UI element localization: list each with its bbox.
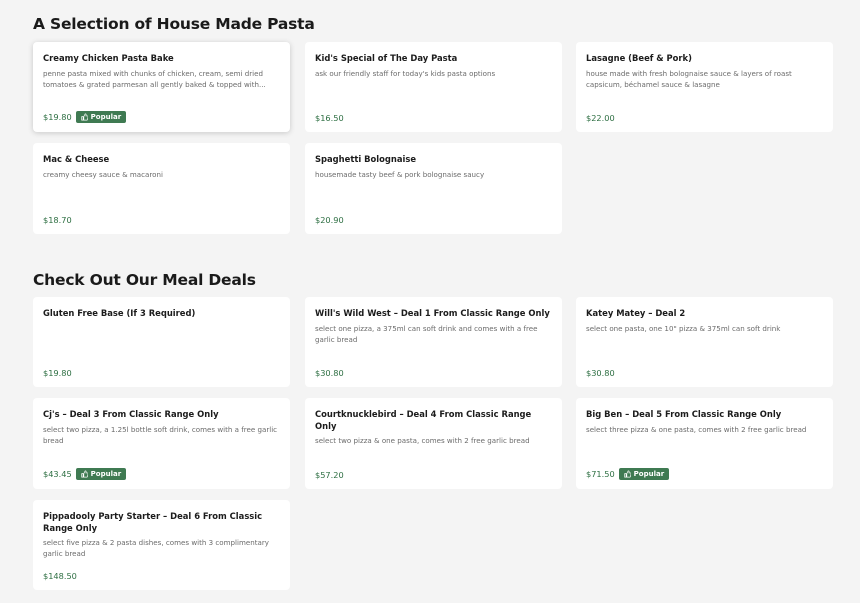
- item-price: $16.50: [315, 113, 344, 123]
- menu-item-card[interactable]: Katey Matey – Deal 2 select one pasta, o…: [576, 297, 833, 387]
- menu-item-card[interactable]: Creamy Chicken Pasta Bake penne pasta mi…: [33, 42, 290, 132]
- item-name: Creamy Chicken Pasta Bake: [43, 53, 174, 63]
- item-name: Big Ben – Deal 5 From Classic Range Only: [586, 409, 782, 419]
- badge-label: Popular: [90, 470, 122, 478]
- item-price: $20.90: [315, 215, 344, 225]
- item-description: select one pasta, one 10" pizza & 375ml …: [586, 323, 781, 333]
- menu-item-card[interactable]: Will's Wild West – Deal 1 From Classic R…: [305, 297, 562, 387]
- item-footer: $16.50: [315, 113, 344, 123]
- menu-item-card[interactable]: Big Ben – Deal 5 From Classic Range Only…: [576, 398, 833, 489]
- menu-item-card[interactable]: Lasagne (Beef & Pork) house made with fr…: [576, 42, 833, 132]
- item-description: creamy cheesy sauce & macaroni: [43, 169, 163, 179]
- item-footer: $20.90: [315, 215, 344, 225]
- item-price: $18.70: [43, 215, 72, 225]
- item-footer: $22.00: [586, 113, 615, 123]
- item-description: housemade tasty beef & pork bolognaise s…: [315, 169, 485, 179]
- item-price: $43.45: [43, 469, 72, 479]
- item-footer: $57.20: [315, 470, 344, 480]
- item-description: select three pizza & one pasta, comes wi…: [586, 424, 807, 434]
- item-description: select one pizza, a 375ml can soft drink…: [315, 323, 538, 344]
- item-name: Gluten Free Base (If 3 Required): [43, 308, 196, 318]
- section-title-pasta: A Selection of House Made Pasta: [33, 15, 315, 33]
- item-footer: $148.50: [43, 571, 77, 581]
- item-name: Pippadooly Party Starter – Deal 6 From C…: [43, 511, 263, 533]
- item-description: penne pasta mixed with chunks of chicken…: [43, 68, 266, 89]
- item-price: $30.80: [315, 368, 344, 378]
- item-price: $19.80: [43, 112, 72, 122]
- item-description: select two pizza & one pasta, comes with…: [315, 436, 530, 445]
- item-name: Courtknucklebird – Deal 4 From Classic R…: [315, 409, 532, 431]
- item-price: $22.00: [586, 113, 615, 123]
- item-description: ask our friendly staff for today's kids …: [315, 68, 496, 78]
- item-name: Kid's Special of The Day Pasta: [315, 53, 458, 63]
- item-price: $148.50: [43, 571, 77, 581]
- item-price: $19.80: [43, 368, 72, 378]
- item-description: select five pizza & 2 pasta dishes, come…: [43, 538, 270, 558]
- menu-item-card[interactable]: Cj's – Deal 3 From Classic Range Only se…: [33, 398, 290, 489]
- item-name: Lasagne (Beef & Pork): [586, 53, 692, 63]
- section-title-meal-deals: Check Out Our Meal Deals: [33, 271, 256, 289]
- popular-badge: Popular: [618, 468, 670, 480]
- item-footer: $19.80: [43, 368, 72, 378]
- badge-label: Popular: [90, 113, 122, 121]
- thumbs-up-icon: [624, 470, 631, 478]
- menu-item-card[interactable]: Pippadooly Party Starter – Deal 6 From C…: [33, 500, 290, 590]
- item-name: Spaghetti Bolognaise: [315, 154, 417, 164]
- item-footer: $19.80 Popular: [43, 111, 127, 123]
- item-name: Mac & Cheese: [43, 154, 110, 164]
- item-price: $71.50: [586, 469, 615, 479]
- item-description: house made with fresh bolognaise sauce &…: [586, 68, 792, 89]
- popular-badge: Popular: [75, 468, 127, 480]
- item-description: select two pizza, a 1.25l bottle soft dr…: [43, 424, 278, 445]
- item-footer: $30.80: [315, 368, 344, 378]
- menu-item-card[interactable]: Spaghetti Bolognaise housemade tasty bee…: [305, 143, 562, 234]
- item-footer: $43.45 Popular: [43, 468, 127, 480]
- menu-item-card[interactable]: Courtknucklebird – Deal 4 From Classic R…: [305, 398, 562, 489]
- item-price: $30.80: [586, 368, 615, 378]
- item-footer: $18.70: [43, 215, 72, 225]
- item-name: Cj's – Deal 3 From Classic Range Only: [43, 409, 219, 419]
- thumbs-up-icon: [81, 470, 88, 478]
- item-price: $57.20: [315, 470, 344, 480]
- menu-item-card[interactable]: Kid's Special of The Day Pasta ask our f…: [305, 42, 562, 132]
- item-footer: $30.80: [586, 368, 615, 378]
- popular-badge: Popular: [75, 111, 127, 123]
- item-name: Will's Wild West – Deal 1 From Classic R…: [315, 308, 550, 318]
- thumbs-up-icon: [81, 113, 88, 121]
- item-name: Katey Matey – Deal 2: [586, 308, 686, 318]
- badge-label: Popular: [633, 470, 665, 478]
- menu-item-card[interactable]: Mac & Cheese creamy cheesy sauce & macar…: [33, 143, 290, 234]
- menu-item-card[interactable]: Gluten Free Base (If 3 Required) $19.80: [33, 297, 290, 387]
- item-footer: $71.50 Popular: [586, 468, 670, 480]
